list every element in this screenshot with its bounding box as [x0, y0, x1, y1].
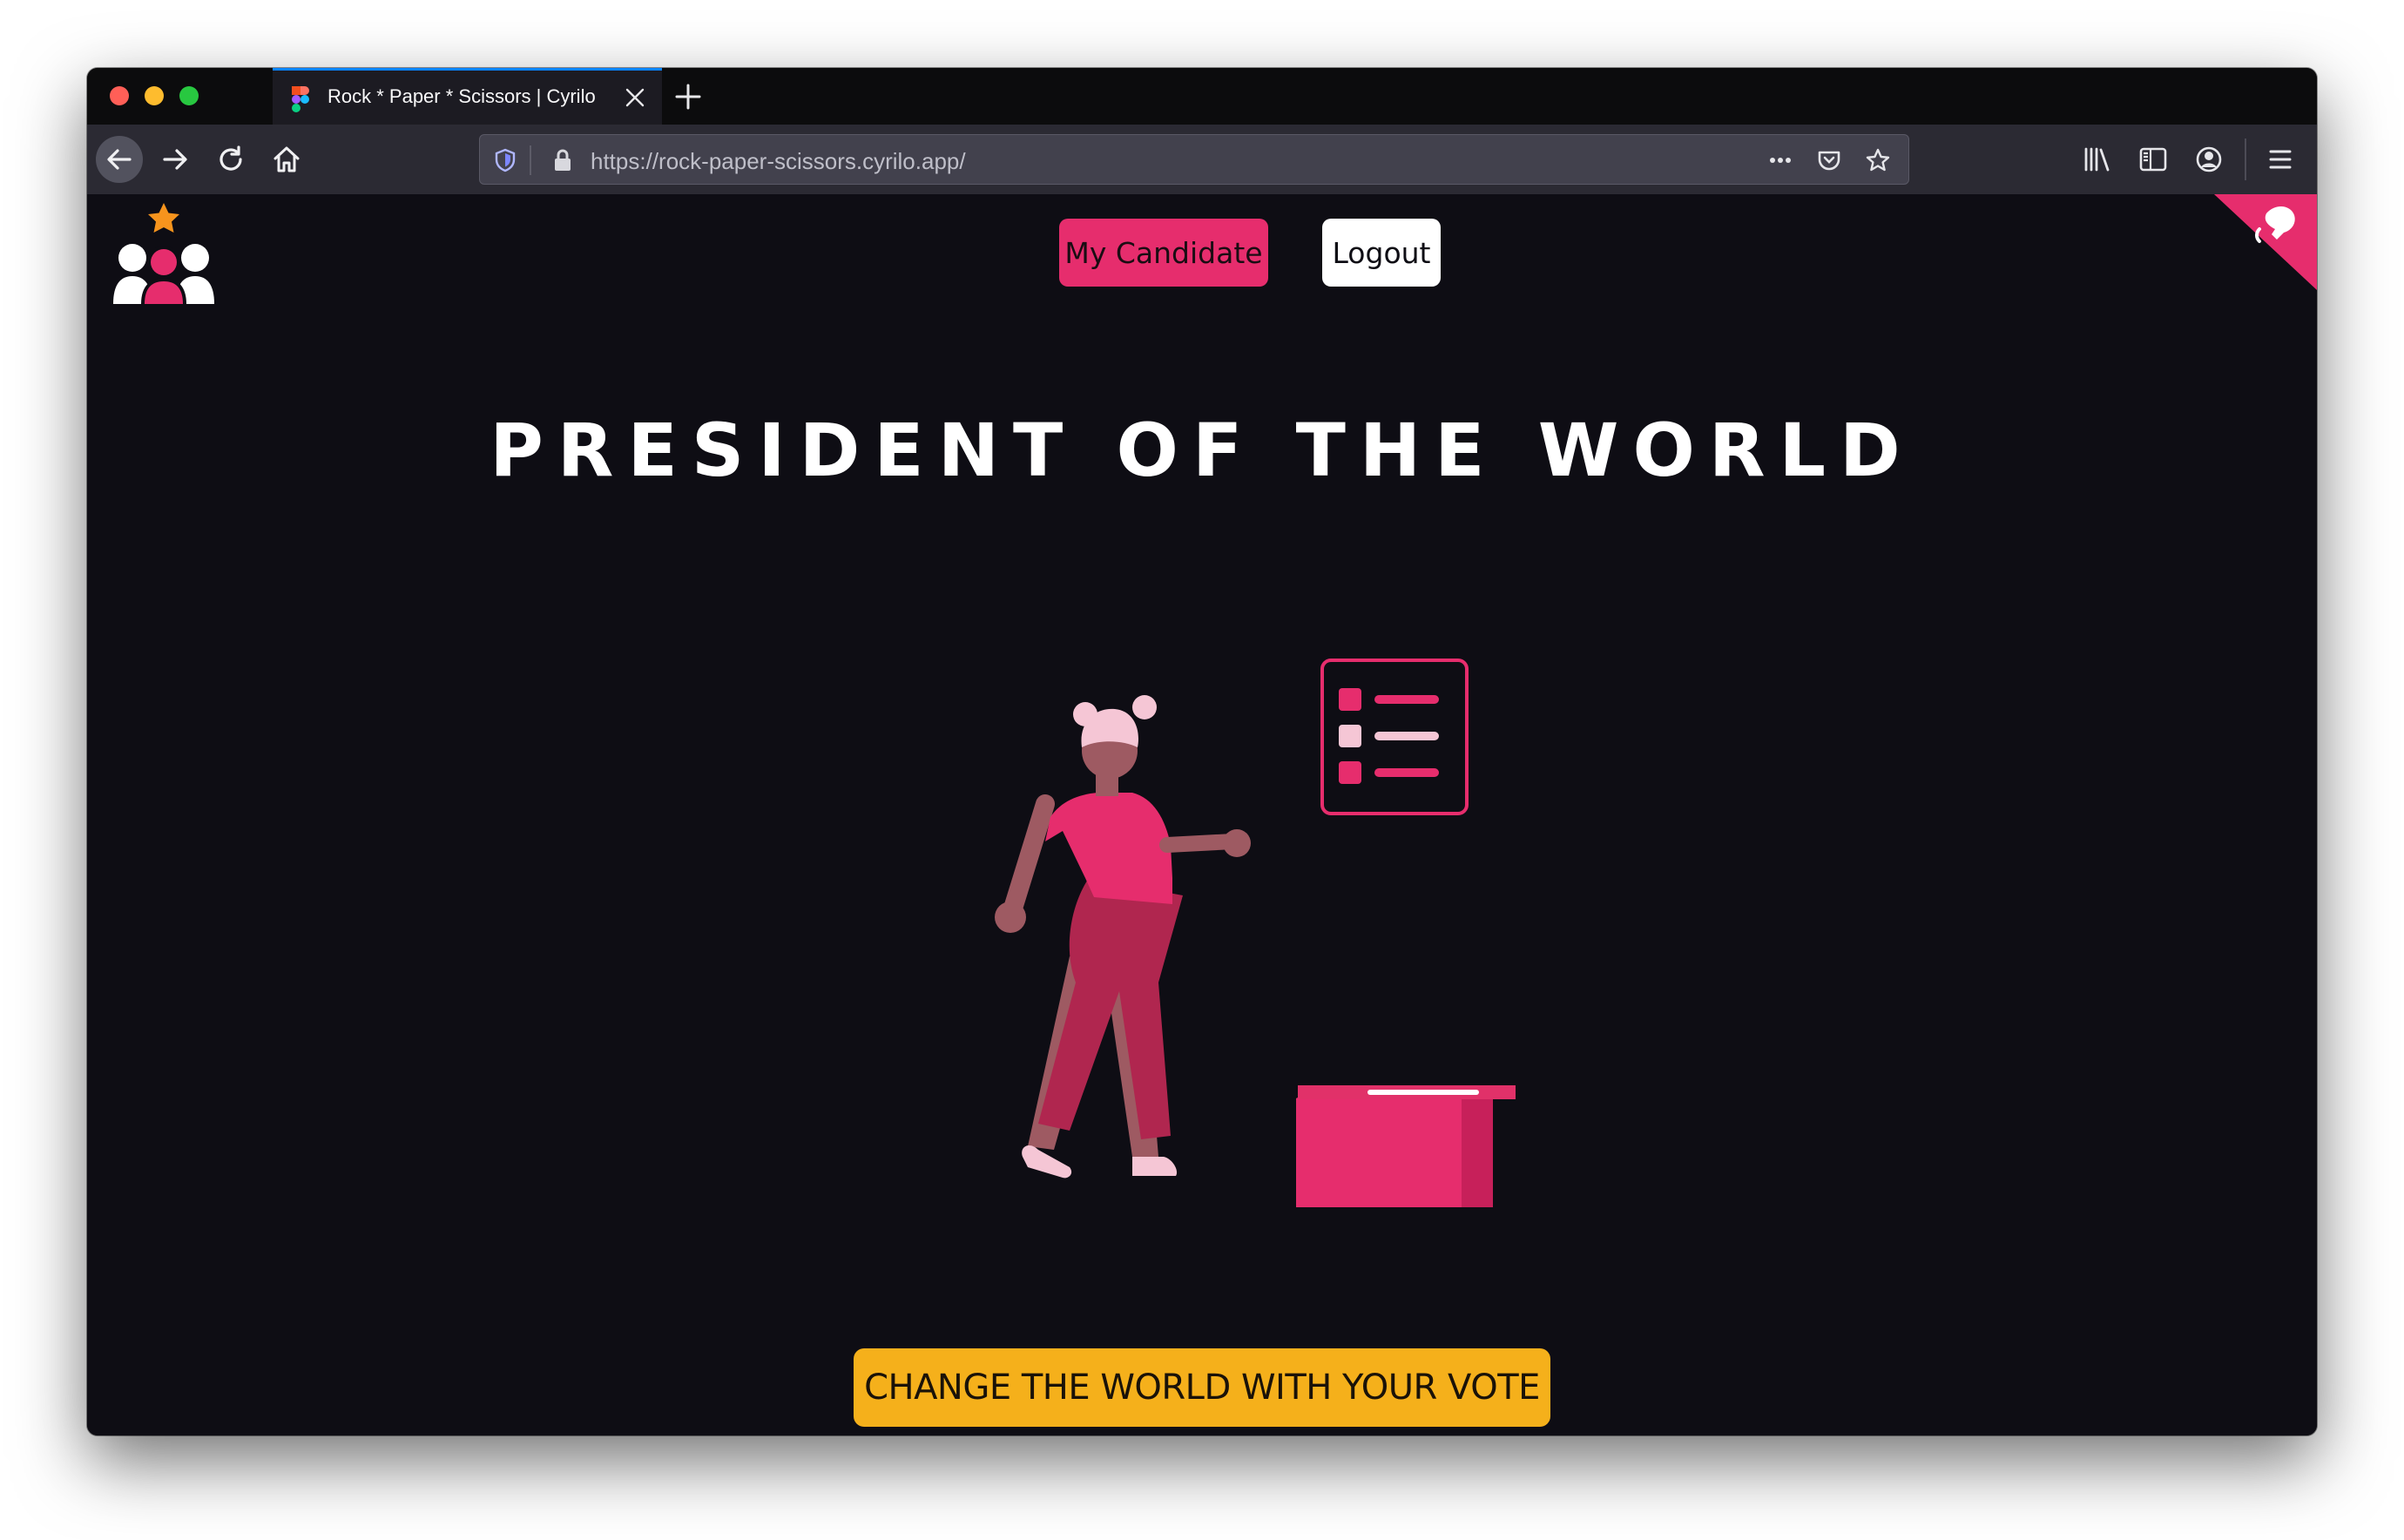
address-bar[interactable]: https://rock-paper-scissors.cyrilo.app/ — [479, 134, 1909, 185]
home-button[interactable] — [263, 136, 310, 183]
toolbar-divider — [2245, 138, 2246, 180]
back-button[interactable] — [96, 136, 143, 183]
reload-icon — [219, 145, 242, 171]
tab-title: Rock * Paper * Scissors | Cyrilo — [328, 85, 596, 107]
voting-woman-illustration — [995, 659, 1516, 1207]
figma-favicon — [292, 86, 309, 112]
close-icon[interactable] — [624, 86, 646, 109]
tab-strip: Rock * Paper * Scissors | Cyrilo — [87, 68, 2317, 125]
menu-icon[interactable] — [2265, 144, 2296, 175]
close-window-button[interactable] — [110, 86, 129, 105]
address-divider — [530, 145, 531, 175]
forward-arrow-icon — [163, 149, 187, 170]
library-icon[interactable] — [2082, 144, 2113, 175]
navigation-toolbar: https://rock-paper-scissors.cyrilo.app/ — [87, 125, 2317, 194]
account-icon[interactable] — [2193, 144, 2225, 175]
tab-active[interactable]: Rock * Paper * Scissors | Cyrilo — [273, 68, 662, 125]
logout-button[interactable]: Logout — [1322, 219, 1441, 287]
back-arrow-icon — [107, 149, 132, 170]
lock-icon[interactable] — [550, 147, 576, 173]
minimize-window-button[interactable] — [145, 86, 164, 105]
reload-button[interactable] — [207, 136, 254, 183]
web-page: My Candidate Logout PRESIDENT OF THE WOR… — [87, 194, 2317, 1435]
page-title: PRESIDENT OF THE WORLD — [490, 408, 1914, 493]
my-candidate-button[interactable]: My Candidate — [1059, 219, 1268, 287]
pocket-icon[interactable] — [1816, 147, 1842, 173]
change-the-world-button[interactable]: CHANGE THE WORLD WITH YOUR VOTE — [854, 1348, 1550, 1427]
voters-logo-icon[interactable] — [113, 201, 214, 304]
more-icon[interactable] — [1767, 147, 1793, 173]
sidebar-icon[interactable] — [2137, 144, 2169, 175]
browser-window: Rock * Paper * Scissors | Cyrilo https:/… — [87, 68, 2317, 1435]
plus-icon[interactable] — [673, 82, 703, 111]
github-corner-icon[interactable] — [2214, 194, 2317, 290]
maximize-window-button[interactable] — [179, 86, 199, 105]
shield-icon[interactable] — [492, 147, 518, 173]
url-text[interactable]: https://rock-paper-scissors.cyrilo.app/ — [591, 148, 966, 175]
forward-button[interactable] — [152, 136, 199, 183]
star-icon[interactable] — [1865, 147, 1891, 173]
home-icon — [273, 146, 300, 172]
